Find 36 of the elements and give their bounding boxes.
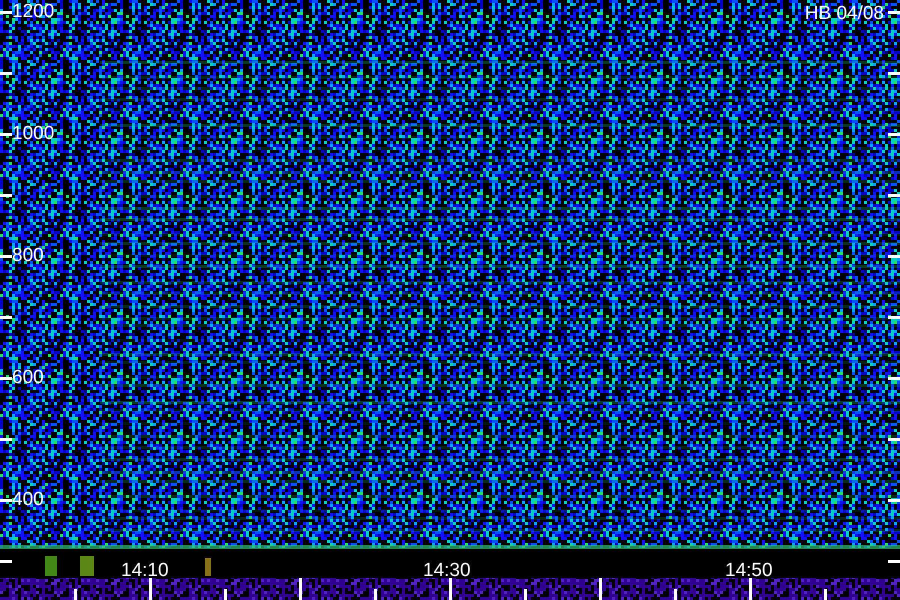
time-axis-label: 14:30: [423, 561, 471, 580]
axis-tick: [888, 11, 900, 14]
axis-tick: [749, 578, 752, 600]
axis-tick: [0, 194, 12, 197]
axis-tick: [0, 499, 12, 502]
axis-tick: [0, 255, 12, 258]
axis-tick: [0, 72, 12, 75]
axis-tick: [888, 72, 900, 75]
axis-tick: [888, 194, 900, 197]
time-axis-label: 14:10: [121, 561, 169, 580]
axis-tick: [0, 316, 12, 319]
axis-tick: [449, 578, 452, 600]
axis-tick: [374, 589, 377, 600]
y-axis-label: 1000: [12, 124, 54, 143]
axis-tick: [0, 560, 12, 563]
axis-tick: [0, 438, 12, 441]
axis-tick: [674, 589, 677, 600]
axis-tick: [149, 578, 152, 600]
axis-tick: [224, 589, 227, 600]
axis-tick: [888, 499, 900, 502]
y-axis-label: 800: [12, 246, 44, 265]
axis-tick: [299, 578, 302, 600]
axis-tick: [888, 438, 900, 441]
axis-tick: [74, 589, 77, 600]
axis-tick: [824, 589, 827, 600]
axis-tick: [888, 560, 900, 563]
axis-tick: [888, 377, 900, 380]
axis-tick: [0, 133, 12, 136]
time-axis-label: 14:50: [725, 561, 773, 580]
axis-tick: [888, 133, 900, 136]
axis-tick: [0, 11, 12, 14]
axis-tick: [599, 578, 602, 600]
axis-tick: [888, 316, 900, 319]
axis-tick: [524, 589, 527, 600]
axis-tick: [888, 255, 900, 258]
axis-tick: [0, 377, 12, 380]
